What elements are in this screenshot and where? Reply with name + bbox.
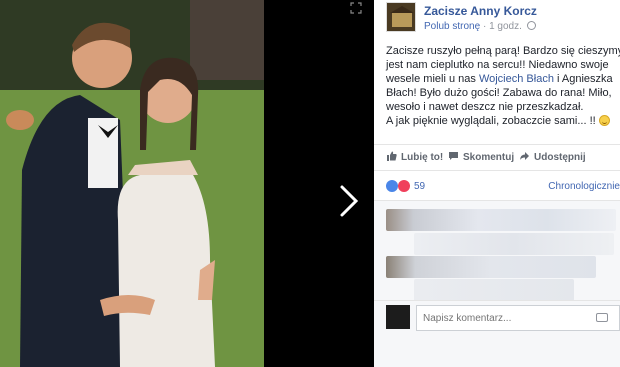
wedding-photo[interactable]: [0, 0, 264, 367]
comment-icon: [449, 152, 458, 160]
comments-list-blurred: [374, 200, 620, 300]
like-button[interactable]: Lubię to!: [386, 151, 443, 163]
share-icon: [520, 152, 529, 160]
comment-composer: [374, 300, 620, 367]
comment-input[interactable]: [416, 305, 620, 331]
post-header: Zacisze Anny Korcz Polub stronę · 1 godz…: [386, 2, 620, 34]
page-name-link[interactable]: Zacisze Anny Korcz: [424, 4, 537, 18]
list-item: [414, 279, 574, 300]
avatar: [386, 305, 410, 329]
post-text-line2: A jak pięknie wyglądali, zobaczcie sami.…: [386, 115, 599, 127]
list-item: [386, 209, 616, 231]
sort-comments-link[interactable]: Chronologicznie: [548, 181, 620, 192]
comment-button-label: Skomentuj: [463, 152, 515, 163]
share-button-label: Udostępnij: [534, 152, 586, 163]
thumbs-up-icon: [387, 151, 397, 161]
smile-emoji-icon: [598, 115, 610, 126]
meta-separator: ·: [482, 21, 487, 32]
camera-icon[interactable]: [596, 313, 608, 322]
like-page-link[interactable]: Polub stronę: [424, 21, 480, 32]
photo-viewer: Zacisze Anny Korcz Polub stronę · 1 godz…: [0, 0, 620, 367]
expand-icon[interactable]: [350, 2, 362, 14]
post-meta: Polub stronę · 1 godz.: [424, 21, 536, 32]
reaction-count[interactable]: 59: [414, 181, 425, 192]
mention-link[interactable]: Wojciech Błach: [479, 73, 554, 85]
wedding-photo-illustration: [0, 0, 264, 367]
love-reaction-icon[interactable]: [398, 180, 410, 192]
reactions-bar: 59 Chronologicznie: [374, 170, 620, 200]
page-avatar[interactable]: [386, 2, 416, 32]
like-reaction-icon[interactable]: [386, 180, 398, 192]
comment-button[interactable]: Skomentuj: [448, 151, 514, 163]
like-button-label: Lubię to!: [401, 152, 444, 163]
globe-icon: [526, 21, 536, 30]
post-time[interactable]: 1 godz.: [489, 21, 522, 32]
photo-pane: [0, 0, 374, 367]
post-sidebar: Zacisze Anny Korcz Polub stronę · 1 godz…: [374, 0, 620, 367]
chevron-right-icon[interactable]: [334, 183, 362, 219]
share-button[interactable]: Udostępnij: [519, 151, 586, 163]
post-actions: Lubię to! Skomentuj Udostępnij: [374, 144, 620, 305]
post-body: Zacisze ruszyło pełną parą! Bardzo się c…: [386, 44, 620, 128]
list-item: [414, 233, 614, 255]
list-item: [386, 256, 596, 278]
